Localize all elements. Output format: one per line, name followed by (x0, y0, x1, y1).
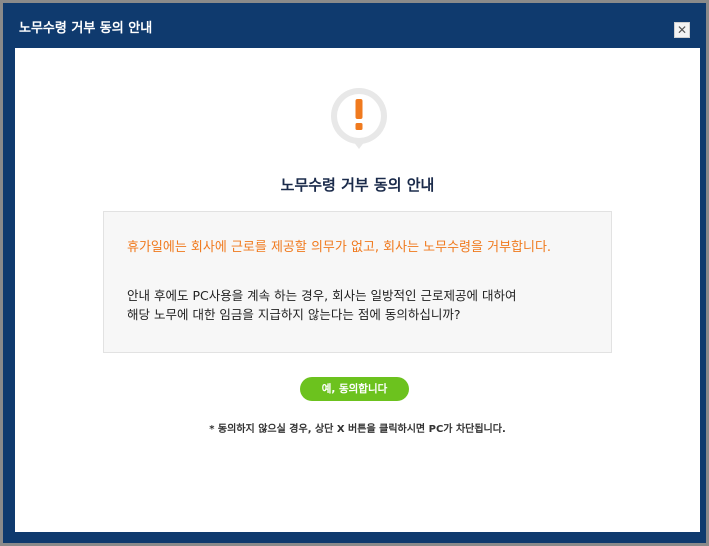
notice-text-line2: 해당 노무에 대한 임금을 지급하지 않는다는 점에 동의하십니까? (127, 307, 461, 322)
footnote-text: * 동의하지 않으실 경우, 상단 X 버튼을 클릭하시면 PC가 차단됩니다. (209, 424, 506, 435)
dialog-content: 노무수령 거부 동의 안내 휴가일에는 회사에 근로를 제공할 의무가 없고, … (15, 48, 700, 532)
consent-dialog: 노무수령 거부 동의 안내 ✕ 노무수령 거부 동의 안내 휴가일에는 회사에 … (3, 3, 706, 543)
close-icon: ✕ (676, 23, 688, 37)
agree-button[interactable]: 예, 동의합니다 (300, 377, 409, 401)
dialog-titlebar: 노무수령 거부 동의 안내 ✕ (3, 3, 706, 48)
close-button[interactable]: ✕ (674, 22, 690, 38)
warning-text: 휴가일에는 회사에 근로를 제공할 의무가 없고, 회사는 노무수령을 거부합니… (127, 240, 552, 255)
notice-text-line1: 안내 후에도 PC사용을 계속 하는 경우, 회사는 일방적인 근로제공에 대하… (127, 288, 517, 303)
exclamation-bubble-icon (331, 88, 387, 149)
page-title: 노무수령 거부 동의 안내 (280, 176, 435, 194)
notice-box: 휴가일에는 회사에 근로를 제공할 의무가 없고, 회사는 노무수령을 거부합니… (103, 211, 612, 353)
dialog-title: 노무수령 거부 동의 안내 (19, 21, 153, 36)
